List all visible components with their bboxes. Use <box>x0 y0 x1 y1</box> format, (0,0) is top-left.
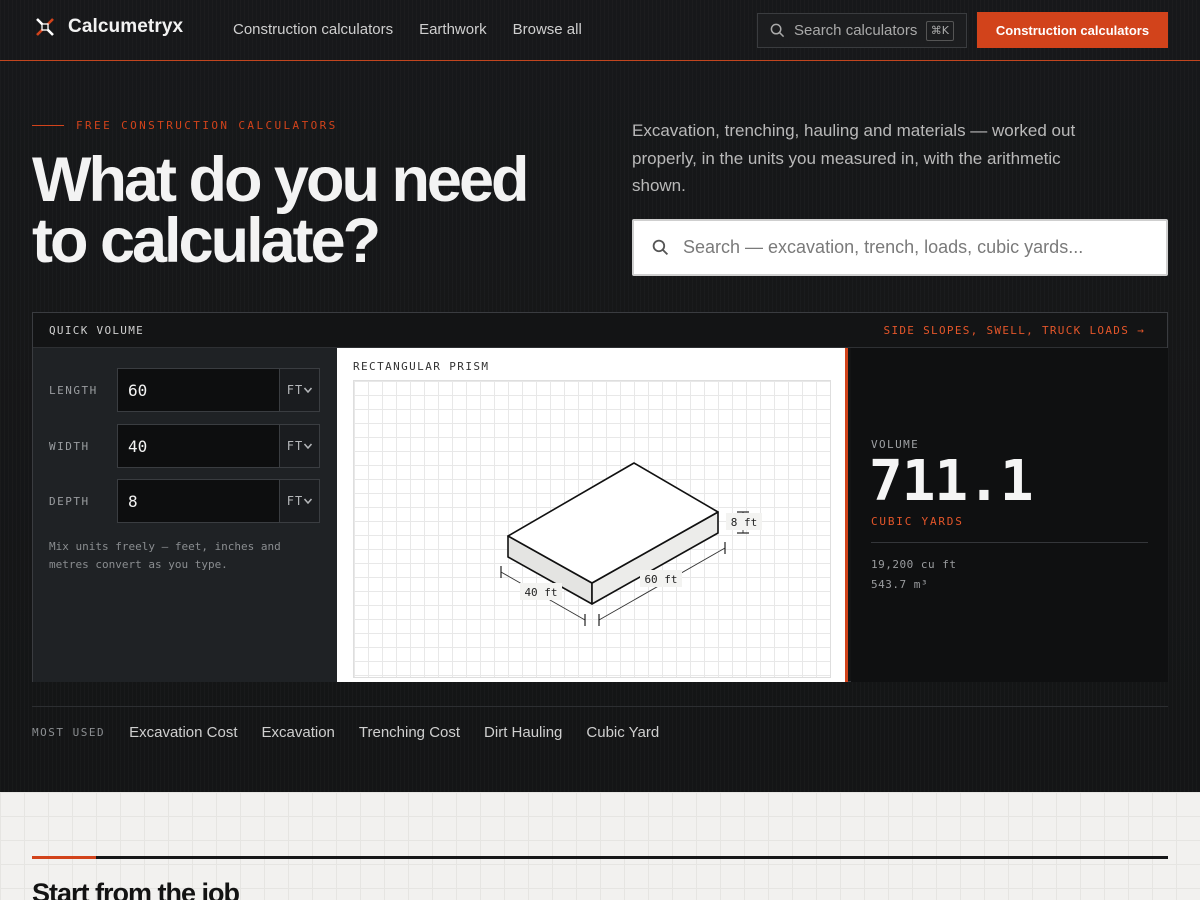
arrow-right-icon: → <box>1137 323 1145 337</box>
nav-search-button[interactable]: Search calculators ⌘K <box>757 13 967 48</box>
width-unit-select[interactable]: FT <box>279 425 319 467</box>
result-divider <box>871 542 1148 543</box>
dimension-inputs: LENGTH FT WIDTH FT DEPTH <box>33 348 337 682</box>
brand-x-icon <box>36 18 54 36</box>
result-value: 711.1 <box>869 449 1034 514</box>
quick-volume-title: QUICK VOLUME <box>49 323 145 337</box>
result-unit: CUBIC YARDS <box>871 515 964 528</box>
length-dimension-label: 60 ft <box>644 573 677 586</box>
rectangular-prism-illustration: 8 ft 60 ft 40 ft <box>500 462 762 626</box>
length-unit-value: FT <box>286 383 304 397</box>
chevron-down-icon <box>304 443 313 449</box>
width-input[interactable] <box>118 425 279 467</box>
section-title: Start from the job <box>32 878 240 900</box>
chevron-down-icon <box>304 498 313 504</box>
chevron-down-icon <box>304 387 313 393</box>
brand-name: Calcumetryx <box>68 16 184 37</box>
depth-field: DEPTH FT <box>49 479 320 523</box>
keyboard-shortcut-badge: ⌘K <box>925 21 954 41</box>
search-icon <box>770 23 785 38</box>
most-used-link-excavation-cost[interactable]: Excavation Cost <box>129 724 237 741</box>
top-navigation: Calcumetryx Construction calculators Ear… <box>0 0 1200 61</box>
unit-mixing-note: Mix units freely — feet, inches and metr… <box>49 540 281 571</box>
length-unit-select[interactable]: FT <box>279 369 319 411</box>
hero-eyebrow: FREE CONSTRUCTION CALCULATORS <box>32 119 338 132</box>
nav-link-construction-calculators[interactable]: Construction calculators <box>233 21 393 38</box>
most-used-link-dirt-hauling[interactable]: Dirt Hauling <box>484 724 562 741</box>
nav-link-browse-all[interactable]: Browse all <box>513 21 582 38</box>
hero-title: What do you need to calculate? <box>32 145 529 276</box>
search-icon <box>652 239 669 256</box>
length-input[interactable] <box>118 369 279 411</box>
hero-search-box <box>632 219 1168 276</box>
section-rule <box>32 856 1168 859</box>
most-used-links: Excavation Cost Excavation Trenching Cos… <box>129 724 659 741</box>
width-dimension-label: 40 ft <box>524 586 557 599</box>
start-from-job-section: Start from the job <box>0 792 1200 900</box>
section-rule-accent <box>32 856 96 859</box>
width-label: WIDTH <box>49 439 90 453</box>
hero-description: Excavation, trenching, hauling and mater… <box>632 121 1076 195</box>
depth-input[interactable] <box>118 480 279 522</box>
most-used-label: MOST USED <box>32 726 106 739</box>
most-used-bar: MOST USED Excavation Cost Excavation Tre… <box>32 724 659 741</box>
length-input-group: FT <box>117 368 320 412</box>
side-slopes-link[interactable]: SIDE SLOPES, SWELL, TRUCK LOADS → <box>884 324 1145 337</box>
most-used-divider <box>32 706 1168 707</box>
nav-link-earthwork[interactable]: Earthwork <box>419 21 487 38</box>
construction-calculators-button[interactable]: Construction calculators <box>977 12 1168 48</box>
depth-label: DEPTH <box>49 494 90 508</box>
quick-volume-panel: QUICK VOLUME SIDE SLOPES, SWELL, TRUCK L… <box>32 312 1168 682</box>
nav-search-label: Search calculators <box>794 22 918 39</box>
width-unit-value: FT <box>286 439 304 453</box>
hero-search-input[interactable] <box>683 237 1153 258</box>
depth-dimension-label: 8 ft <box>731 516 758 529</box>
depth-input-group: FT <box>117 479 320 523</box>
nav-links: Construction calculators Earthwork Brows… <box>233 21 582 38</box>
most-used-link-cubic-yard[interactable]: Cubic Yard <box>586 724 659 741</box>
eyebrow-text: FREE CONSTRUCTION CALCULATORS <box>76 119 338 132</box>
quick-volume-header: QUICK VOLUME SIDE SLOPES, SWELL, TRUCK L… <box>33 313 1167 348</box>
eyebrow-rule <box>32 125 64 126</box>
depth-unit-value: FT <box>286 494 304 508</box>
most-used-link-excavation[interactable]: Excavation <box>262 724 335 741</box>
length-label: LENGTH <box>49 383 98 397</box>
depth-unit-select[interactable]: FT <box>279 480 319 522</box>
length-field: LENGTH FT <box>49 368 320 412</box>
result-cubic-feet: 19,200 cu ft <box>871 558 957 571</box>
prism-diagram: RECTANGULAR PRISM 8 ft 60 ft 40 ft <box>337 348 848 682</box>
width-input-group: FT <box>117 424 320 468</box>
volume-result: VOLUME 711.1 CUBIC YARDS 19,200 cu ft 54… <box>851 348 1168 682</box>
width-field: WIDTH FT <box>49 424 320 468</box>
most-used-link-trenching-cost[interactable]: Trenching Cost <box>359 724 460 741</box>
side-slopes-link-label: SIDE SLOPES, SWELL, TRUCK LOADS <box>883 323 1130 337</box>
brand-logo[interactable]: Calcumetryx <box>34 16 183 38</box>
result-cubic-metres: 543.7 m³ <box>871 578 928 591</box>
